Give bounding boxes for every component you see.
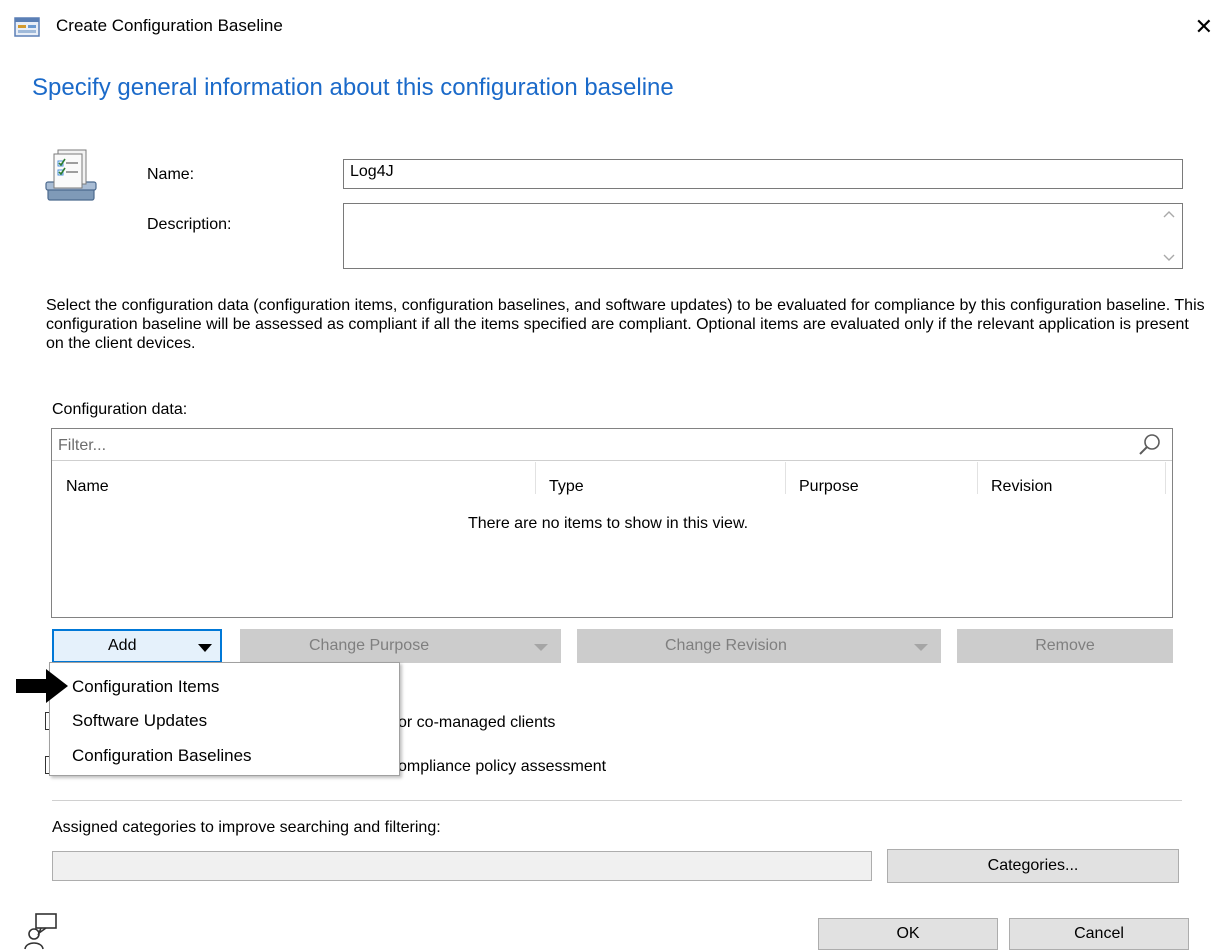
change-purpose-button[interactable]: Change Purpose (240, 629, 561, 663)
name-value: Log4J (350, 163, 394, 180)
page-heading: Specify general information about this c… (32, 74, 674, 101)
window-icon (14, 16, 40, 38)
column-divider (1165, 462, 1166, 494)
add-button-label: Add (108, 637, 137, 654)
column-header-name[interactable]: Name (52, 461, 109, 495)
description-input[interactable] (343, 203, 1183, 269)
name-label: Name: (147, 166, 195, 183)
change-revision-button[interactable]: Change Revision (577, 629, 941, 663)
window-title: Create Configuration Baseline (56, 16, 283, 35)
remove-button[interactable]: Remove (957, 629, 1173, 663)
column-header-revision[interactable]: Revision (977, 461, 1052, 495)
name-input[interactable]: Log4J (343, 159, 1183, 189)
categories-field (52, 851, 872, 881)
ok-button[interactable]: OK (818, 918, 998, 950)
pointer-arrow-icon (16, 669, 68, 703)
user-feedback-icon[interactable] (24, 912, 60, 950)
scroll-down-icon[interactable] (1163, 254, 1175, 262)
change-revision-label: Change Revision (665, 637, 787, 654)
filter-input[interactable] (58, 435, 1128, 457)
cancel-button[interactable]: Cancel (1009, 918, 1189, 950)
column-header-purpose[interactable]: Purpose (785, 461, 859, 495)
empty-list-message: There are no items to show in this view. (467, 515, 749, 532)
description-label: Description: (147, 216, 232, 233)
scroll-up-icon[interactable] (1163, 210, 1175, 218)
compliance-checkbox-label: ompliance policy assessment (398, 758, 607, 775)
menu-item-software-updates[interactable]: Software Updates (72, 711, 207, 731)
categories-label: Assigned categories to improve searching… (52, 819, 441, 836)
menu-item-configuration-baselines[interactable]: Configuration Baselines (72, 746, 252, 766)
column-header-type[interactable]: Type (535, 461, 584, 495)
filter-row (52, 429, 1172, 461)
search-icon[interactable] (1138, 433, 1162, 457)
menu-item-configuration-items[interactable]: Configuration Items (72, 677, 219, 697)
close-button[interactable]: ✕ (1188, 10, 1215, 44)
change-purpose-label: Change Purpose (309, 637, 430, 654)
baseline-document-icon (38, 146, 100, 208)
categories-button[interactable]: Categories... (887, 849, 1179, 883)
description-scrollbar[interactable] (1156, 204, 1182, 268)
configuration-data-label: Configuration data: (52, 401, 188, 418)
co-managed-checkbox-label: or co-managed clients (398, 714, 556, 731)
chevron-down-icon (914, 644, 928, 651)
add-dropdown-menu: Configuration Items Software Updates Con… (49, 662, 400, 776)
section-separator (52, 800, 1182, 801)
chevron-down-icon (534, 644, 548, 651)
chevron-down-icon (198, 644, 212, 652)
add-dropdown-button[interactable]: Add (52, 629, 222, 663)
instruction-text: Select the configuration data (configura… (46, 297, 1205, 352)
configuration-data-grid: Name Type Purpose Revision There are no … (51, 428, 1173, 618)
